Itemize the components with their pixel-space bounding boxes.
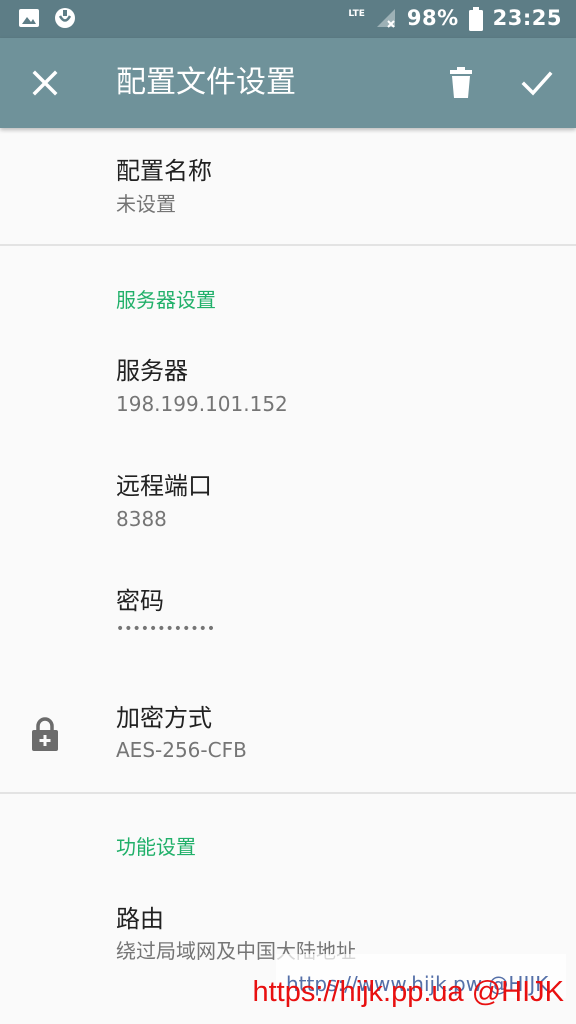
battery-percent: 98% <box>406 6 459 30</box>
signal-icon <box>375 7 397 29</box>
route-title: 路由 <box>116 905 164 933</box>
divider <box>0 792 576 794</box>
lock-plus-icon <box>30 716 60 752</box>
server-value: 198.199.101.152 <box>116 392 288 416</box>
check-icon <box>521 71 553 96</box>
profile-name-title: 配置名称 <box>116 157 212 185</box>
feature-section-header: 功能设置 <box>116 835 196 859</box>
encryption-method-title: 加密方式 <box>116 704 212 732</box>
trash-icon <box>450 67 472 98</box>
delete-button[interactable] <box>438 60 484 106</box>
status-bar: LTE 98% 23:25 <box>0 0 576 38</box>
profile-name-pref[interactable]: 配置名称 未设置 <box>0 128 576 244</box>
clock: 23:25 <box>492 6 562 30</box>
encryption-method-pref[interactable]: 加密方式 AES-256-CFB <box>0 673 576 793</box>
smile-app-icon <box>54 7 76 29</box>
save-button[interactable] <box>514 60 560 106</box>
remote-port-value: 8388 <box>116 507 167 531</box>
remote-port-pref[interactable]: 远程端口 8388 <box>0 443 576 558</box>
network-type-label: LTE <box>348 8 365 19</box>
divider <box>0 244 576 246</box>
close-button[interactable] <box>22 60 68 106</box>
app-toolbar: 配置文件设置 <box>0 38 576 128</box>
remote-port-title: 远程端口 <box>116 472 212 500</box>
server-section-header: 服务器设置 <box>116 288 216 312</box>
profile-name-value: 未设置 <box>116 192 176 216</box>
page-title: 配置文件设置 <box>116 65 296 100</box>
server-title: 服务器 <box>116 357 188 385</box>
password-value: •••••••••••• <box>116 621 216 637</box>
watermark-red: https://hijk.pp.ua @HIJK <box>252 976 564 1008</box>
encryption-method-value: AES-256-CFB <box>116 738 247 762</box>
server-pref[interactable]: 服务器 198.199.101.152 <box>0 328 576 443</box>
settings-list: 配置名称 未设置 服务器设置 服务器 198.199.101.152 远程端口 … <box>0 128 576 1024</box>
close-icon <box>32 70 58 96</box>
battery-icon <box>468 7 483 31</box>
password-title: 密码 <box>116 587 164 615</box>
image-icon <box>18 7 40 29</box>
password-pref[interactable]: 密码 •••••••••••• <box>0 558 576 673</box>
